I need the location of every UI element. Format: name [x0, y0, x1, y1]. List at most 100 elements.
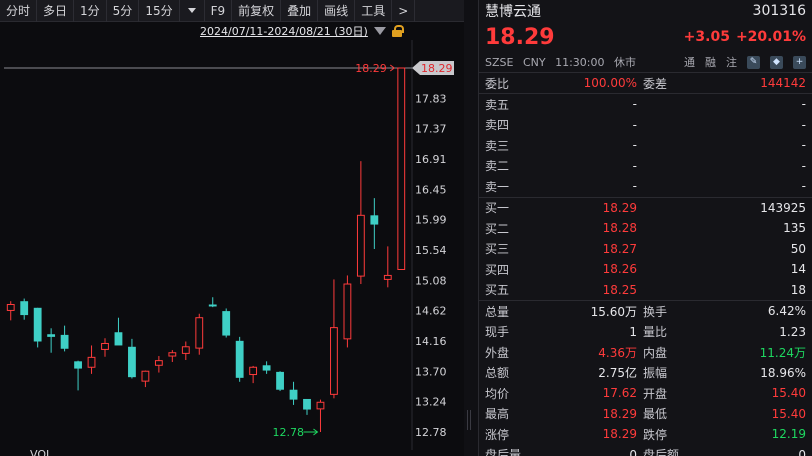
ask-volume: - — [801, 97, 806, 112]
price-tick-label: 15.08 — [415, 274, 447, 287]
price-tick-label: 15.54 — [415, 244, 447, 257]
stat-row: 总量 15.60万 换手 6.42% — [479, 301, 812, 322]
chart-toolbar: 分时 多日 1分 5分 15分 F9 前复权 叠加 画线 工具 > — [0, 0, 464, 22]
price-tick-label: 17.83 — [415, 92, 447, 105]
candle-body — [47, 334, 56, 337]
bid-row-5[interactable]: 买五 18.25 18 — [479, 280, 812, 301]
ask-volume: - — [801, 138, 806, 153]
price-tick-label: 16.91 — [415, 153, 447, 166]
bid-row-3[interactable]: 买三 18.27 50 — [479, 239, 812, 260]
order-ratio-value: 100.00% — [583, 76, 637, 90]
stat-value: 18.29 — [602, 427, 637, 442]
quote-flags: 通 融 注 ✎ ◆ + — [684, 54, 806, 70]
candle-body — [330, 327, 338, 395]
bid-volume: 50 — [790, 241, 806, 256]
ask-volume: - — [801, 179, 806, 194]
price-change: +3.05 +20.01% — [684, 29, 806, 45]
stat-value: 1 — [629, 324, 637, 339]
ask-row-3[interactable]: 卖三 - - — [479, 135, 812, 156]
quote-panel: 慧博云通 301316 18.29 +3.05 +20.01% SZSE CNY… — [478, 0, 812, 456]
pane-resize-handle[interactable] — [467, 410, 473, 430]
bid-label: 买二 — [485, 221, 510, 236]
tab-multi-day[interactable]: 多日 — [37, 0, 75, 22]
candle-body — [154, 360, 163, 366]
candle-body — [20, 301, 29, 316]
bid-row-4[interactable]: 买四 18.26 14 — [479, 259, 812, 280]
stat-label: 盘后量 — [485, 448, 522, 456]
candle-body — [276, 371, 284, 390]
date-range-text[interactable]: 2024/07/11-2024/08/21 (30日) — [200, 23, 368, 39]
flag-note[interactable]: 注 — [726, 54, 737, 70]
tools-button[interactable]: 工具 — [355, 0, 393, 22]
stat-value: 0 — [629, 447, 637, 456]
ask-row-1[interactable]: 卖五 - - — [479, 94, 812, 115]
ask-row-4[interactable]: 卖二 - - — [479, 156, 812, 177]
date-range-selector[interactable]: 2024/07/11-2024/08/21 (30日) — [200, 22, 404, 40]
bell-icon[interactable]: ◆ — [770, 55, 783, 69]
candle-body — [208, 304, 217, 307]
flag-margin[interactable]: 融 — [705, 54, 716, 70]
bid-label: 买三 — [485, 242, 510, 257]
bid-volume: 135 — [783, 221, 806, 236]
bid-price: 18.28 — [602, 221, 637, 236]
overlay-button[interactable]: 叠加 — [281, 0, 319, 22]
candle-body — [87, 356, 96, 368]
volume-indicator-label[interactable]: VOL — [30, 448, 52, 456]
lock-icon[interactable] — [391, 25, 404, 37]
tab-5min[interactable]: 5分 — [107, 0, 140, 22]
stat-label: 量比 — [643, 325, 668, 340]
stat-value: 15.40 — [771, 386, 806, 401]
tab-15min[interactable]: 15分 — [139, 0, 180, 22]
ask-row-5[interactable]: 卖一 - - — [479, 176, 812, 197]
bid-row-1[interactable]: 买一 18.29 143925 — [479, 198, 812, 219]
tab-intraday[interactable]: 分时 — [0, 0, 38, 22]
candle-body — [195, 317, 204, 349]
candle-body — [74, 361, 82, 369]
ask-label: 卖二 — [485, 159, 510, 174]
bid-row-2[interactable]: 买二 18.28 135 — [479, 218, 812, 239]
candle-body — [303, 398, 311, 410]
bid-label: 买一 — [485, 201, 510, 216]
candle-body — [181, 346, 190, 354]
chevron-down-icon — [187, 8, 196, 13]
candle-body — [343, 283, 352, 340]
stat-value: 12.19 — [771, 427, 806, 442]
draw-line-button[interactable]: 画线 — [318, 0, 356, 22]
triangle-down-icon[interactable] — [373, 27, 386, 35]
change-percent: +20.01% — [735, 29, 806, 45]
edit-icon[interactable]: ✎ — [747, 55, 760, 69]
exchange: SZSE — [485, 56, 514, 69]
tab-more-periods[interactable] — [180, 0, 205, 22]
add-icon[interactable]: + — [793, 55, 806, 69]
stat-label: 换手 — [643, 304, 668, 319]
more-button[interactable]: > — [392, 0, 416, 22]
stat-row: 盘后量 0 盘后额 0 — [479, 445, 812, 456]
ask-price: - — [632, 179, 637, 194]
price-tick-label: 13.24 — [415, 396, 447, 409]
bid-volume: 143925 — [760, 200, 806, 215]
bid-book: 买一 18.29 143925 买二 18.28 135 买三 18.27 50 买四 18.26 1… — [479, 198, 812, 301]
bid-label: 买四 — [485, 262, 510, 277]
last-price: 18.29 — [485, 24, 555, 50]
bid-price: 18.29 — [602, 200, 637, 215]
candlestick-chart[interactable]: 17.83 17.37 16.91 16.45 15.99 15.54 15.08 14.62… — [0, 40, 464, 450]
candle-body — [222, 311, 231, 336]
candle-body — [249, 366, 258, 376]
tab-1min[interactable]: 1分 — [74, 0, 107, 22]
order-diff-label: 委差 — [643, 76, 668, 91]
price-tick-label: 17.37 — [415, 123, 447, 136]
flag-connect[interactable]: 通 — [684, 54, 695, 70]
market-meta-row: SZSE CNY 11:30:00 休市 通 融 注 ✎ ◆ + — [479, 52, 812, 72]
quote-stats: 总量 15.60万 换手 6.42% 现手 1 量比 1.23 外盘 4.36万 内盘 11.24万总… — [479, 301, 812, 456]
ask-row-2[interactable]: 卖四 - - — [479, 115, 812, 136]
f9-button[interactable]: F9 — [205, 0, 233, 22]
ask-label: 卖三 — [485, 138, 510, 153]
stock-code: 301316 — [752, 3, 806, 19]
stat-value: 2.75亿 — [598, 366, 637, 381]
stat-value: 11.24万 — [759, 345, 806, 360]
bid-volume: 14 — [790, 262, 806, 277]
ask-price: - — [632, 97, 637, 112]
adjust-forward-button[interactable]: 前复权 — [232, 0, 282, 22]
bid-price: 18.25 — [602, 282, 637, 297]
ask-price: - — [632, 158, 637, 173]
